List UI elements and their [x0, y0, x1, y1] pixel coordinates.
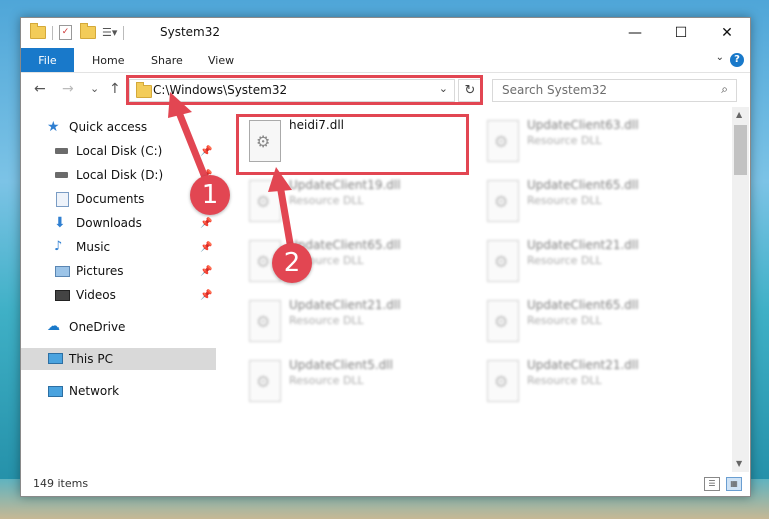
arrowhead-2: [268, 167, 292, 192]
step-badge-2: 2: [272, 243, 312, 283]
step-badge-1: 1: [190, 175, 230, 215]
annotation-arrows: [168, 92, 296, 259]
arrowhead-1: [168, 92, 192, 118]
